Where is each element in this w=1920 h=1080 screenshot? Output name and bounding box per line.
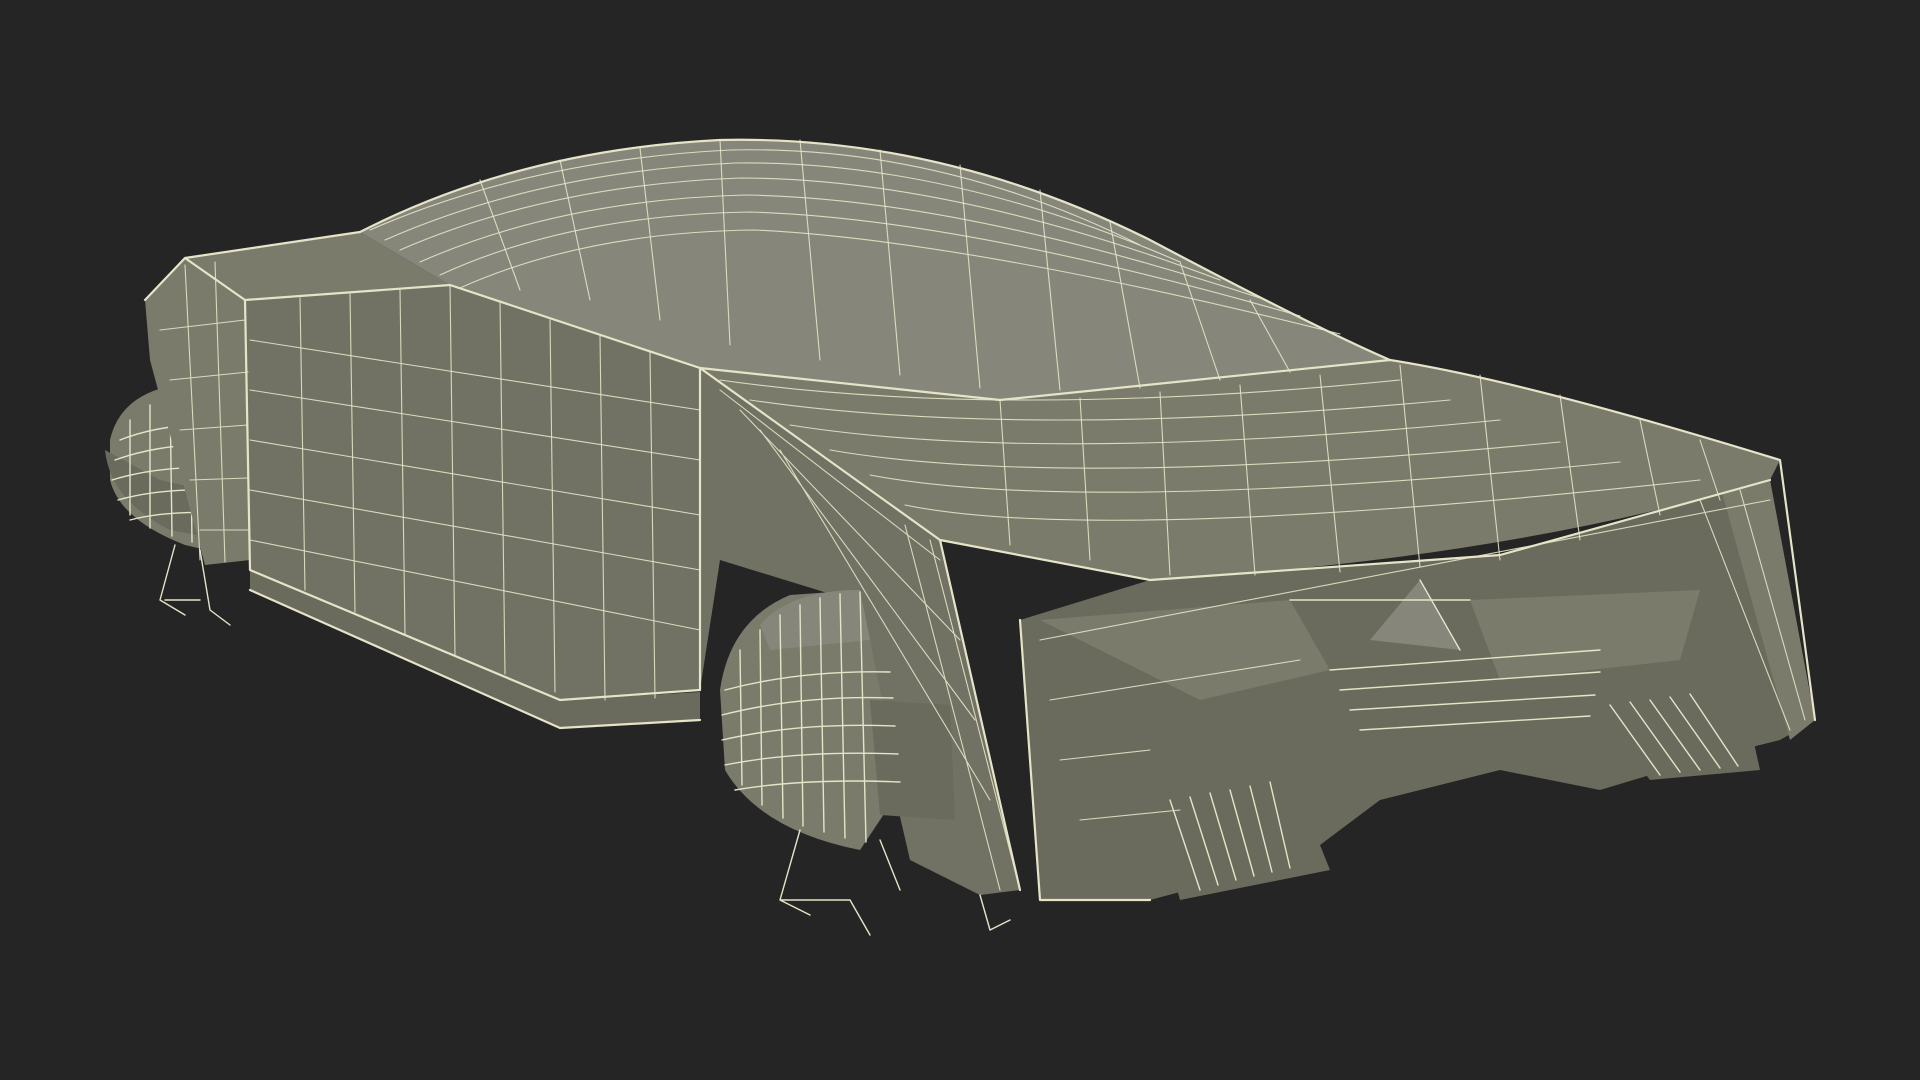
front-pod-bracket (870, 700, 955, 820)
car-body (145, 139, 1815, 900)
wireframe-car-render (105, 138, 1817, 936)
render-viewport (0, 0, 1920, 1080)
front-pod-dome (760, 590, 870, 650)
side-panel (245, 285, 700, 700)
